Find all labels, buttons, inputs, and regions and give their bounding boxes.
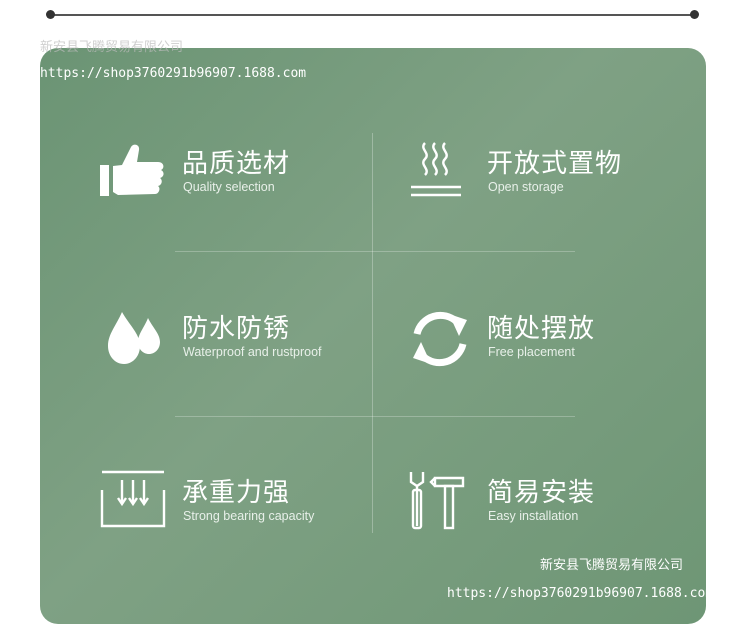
watermark-url-top: https://shop3760291b96907.1688.com	[40, 66, 307, 81]
grid-vertical-divider	[372, 133, 373, 533]
refresh-arrows-icon	[405, 304, 475, 374]
feature-subtitle: Easy installation	[488, 509, 579, 523]
feature-title: 简易安装	[487, 478, 596, 508]
feature-subtitle: Open storage	[488, 180, 564, 194]
feature-title: 开放式置物	[487, 149, 623, 179]
thumbs-up-icon	[100, 139, 170, 209]
tools-icon	[405, 468, 475, 538]
heat-waves-icon	[405, 139, 475, 209]
feature-title: 品质选材	[182, 149, 291, 179]
watermark-url-bottom: https://shop3760291b96907.1688.com	[447, 586, 706, 601]
grid-horizontal-divider	[175, 416, 575, 417]
water-drops-icon	[100, 304, 170, 374]
top-divider-line	[50, 14, 695, 16]
divider-dot-right	[690, 10, 699, 19]
watermark-company-top: 新安县飞腾贸易有限公司	[40, 40, 184, 55]
feature-subtitle: Strong bearing capacity	[183, 509, 315, 523]
feature-title: 承重力强	[182, 478, 291, 508]
feature-subtitle: Quality selection	[183, 180, 275, 194]
feature-subtitle: Waterproof and rustproof	[183, 345, 322, 359]
feature-panel: 品质选材 Quality selection 开放式置物 Open storag…	[40, 48, 706, 624]
watermark-company-bottom: 新安县飞腾贸易有限公司	[540, 558, 684, 573]
load-bearing-icon	[100, 468, 170, 538]
grid-horizontal-divider	[175, 251, 575, 252]
feature-title: 防水防锈	[182, 314, 291, 344]
feature-subtitle: Free placement	[488, 345, 575, 359]
divider-dot-left	[46, 10, 55, 19]
feature-title: 随处摆放	[487, 314, 596, 344]
